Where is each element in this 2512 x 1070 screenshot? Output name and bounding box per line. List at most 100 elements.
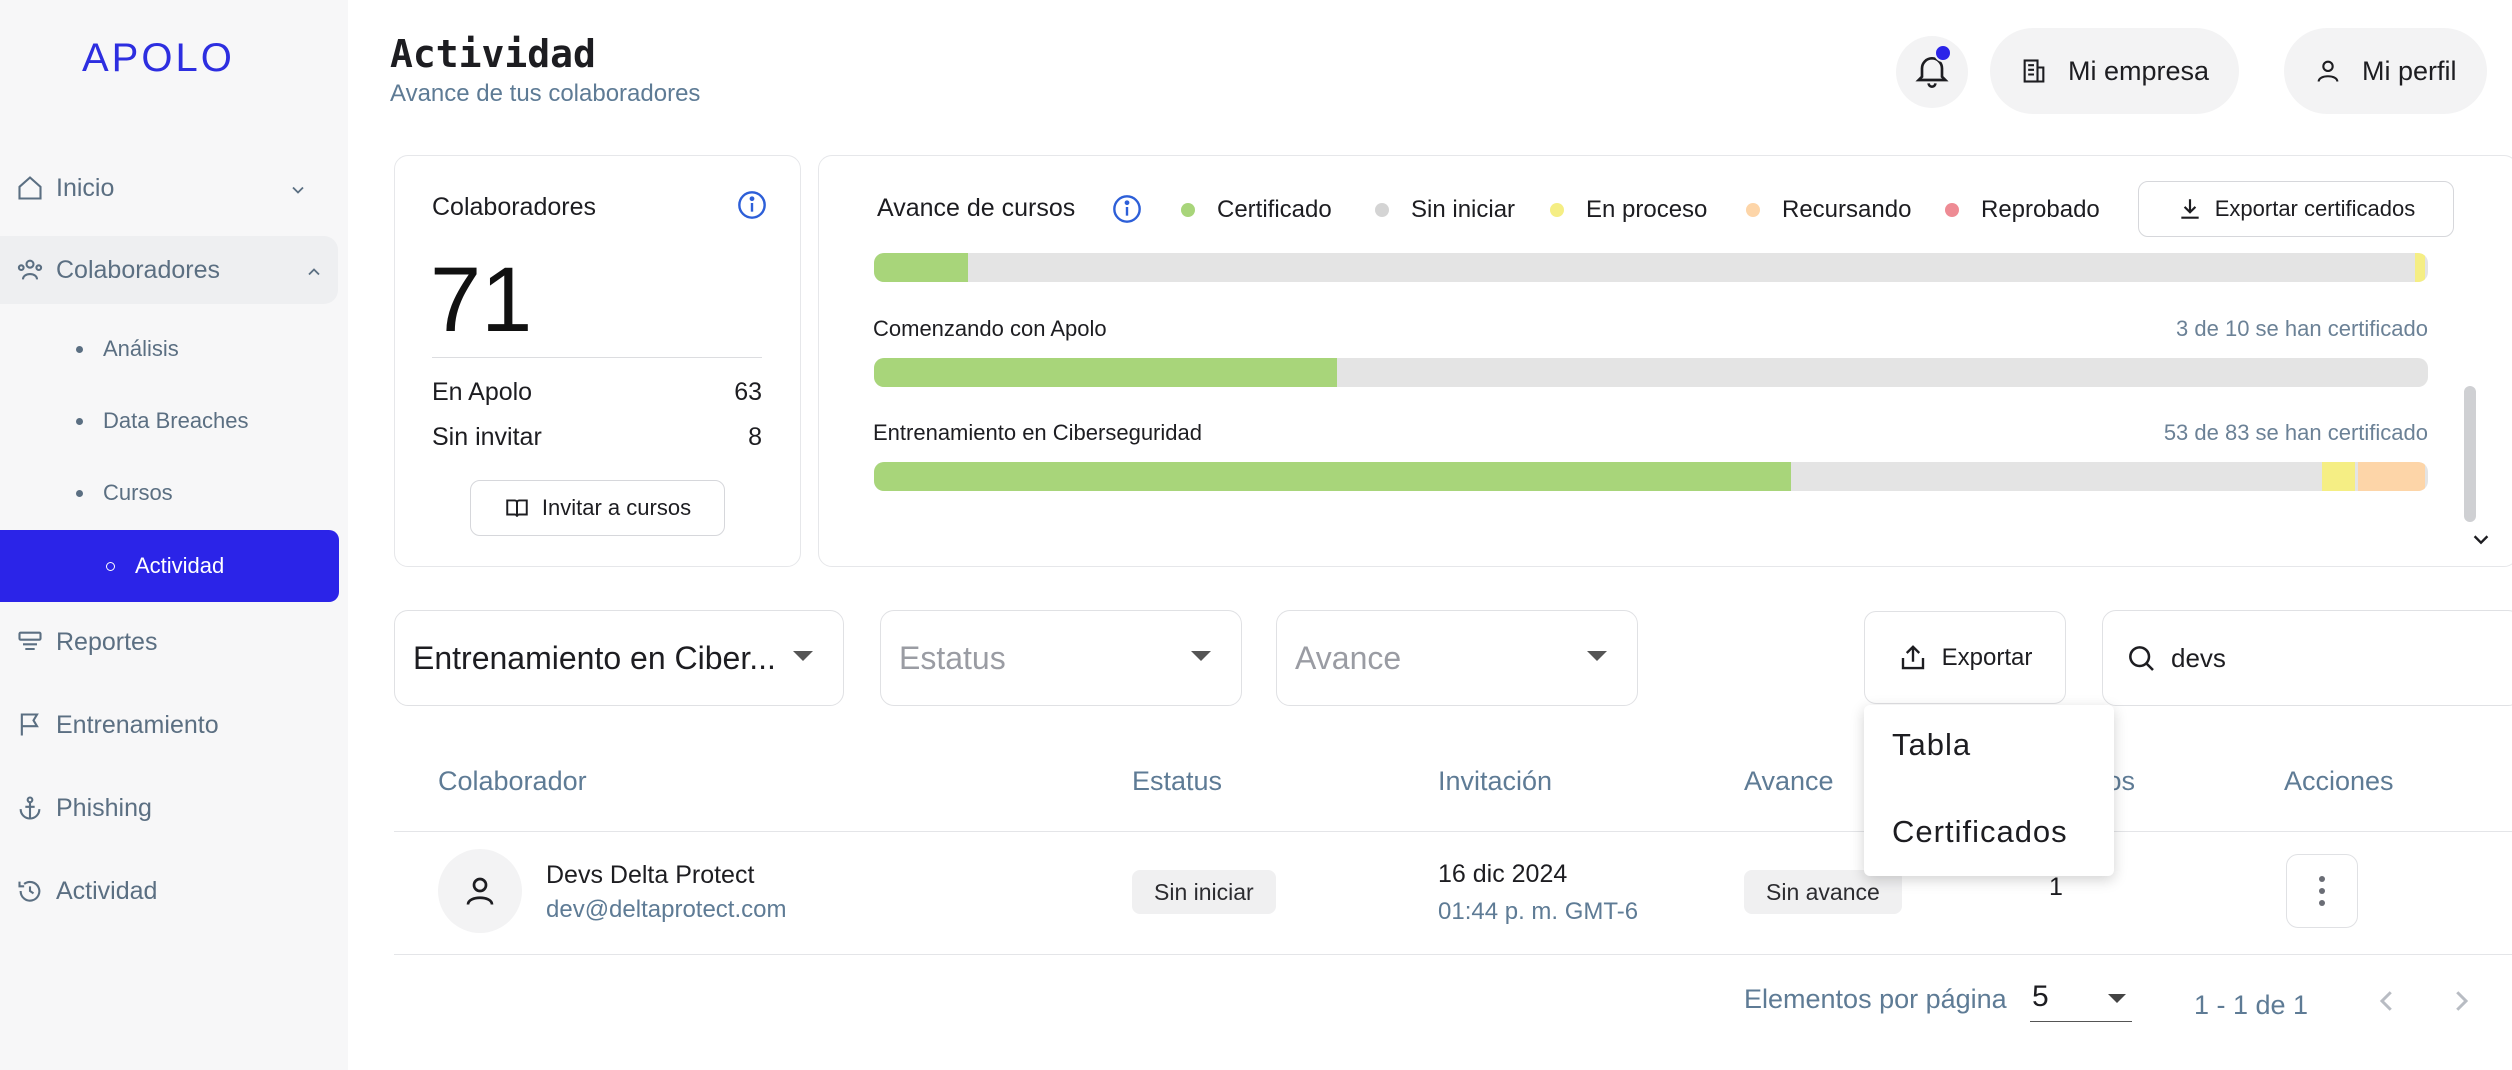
divider (394, 831, 2512, 832)
status-select-placeholder: Estatus (899, 639, 1006, 676)
export-certificates-button[interactable]: Exportar certificados (2138, 181, 2454, 237)
info-icon[interactable] (1111, 193, 1143, 230)
stat-label: Sin invitar (432, 423, 542, 451)
bullet-icon (106, 561, 115, 571)
per-page-select[interactable]: 5 (2030, 980, 2132, 1022)
sidebar-subitem-label: Cursos (103, 480, 173, 505)
sidebar-item-actividad[interactable]: Actividad (0, 857, 338, 925)
attempts-value: 1 (2049, 873, 2063, 901)
users-icon (16, 256, 44, 284)
sidebar-subitem-data-breaches[interactable]: Data Breaches (76, 408, 249, 434)
reports-icon (16, 628, 44, 656)
legend-swatch (1550, 203, 1564, 217)
legend-item: Certificado (1181, 196, 1332, 224)
user-icon (2314, 57, 2342, 85)
notification-badge (1934, 44, 1952, 62)
scroll-down-icon[interactable] (2470, 528, 2492, 555)
legend-swatch (1181, 203, 1195, 217)
progress-select[interactable]: Avance (1276, 610, 1638, 706)
chevron-down-icon (288, 178, 308, 207)
course-stat: 3 de 10 se han certificado (2176, 316, 2428, 341)
status-select[interactable]: Estatus (880, 610, 1242, 706)
collaborators-total: 71 (430, 249, 533, 351)
invite-courses-button[interactable]: Invitar a cursos (470, 480, 725, 536)
caret-down-icon (1191, 651, 1211, 661)
stat-value: 63 (734, 378, 762, 406)
sidebar-item-label: Entrenamiento (56, 710, 219, 739)
courses-progress-title: Avance de cursos (877, 194, 1076, 222)
sidebar-item-colaboradores[interactable]: Colaboradores (0, 236, 338, 304)
my-profile-button[interactable]: Mi perfil (2284, 28, 2487, 114)
share-icon (1898, 643, 1928, 673)
sidebar-item-entrenamiento[interactable]: Entrenamiento (0, 691, 338, 759)
page-title: Actividad (390, 32, 596, 76)
menu-item-tabla[interactable]: Tabla (1892, 727, 1971, 763)
legend-label: En proceso (1586, 196, 1708, 223)
sidebar-subitem-actividad[interactable]: Actividad (0, 530, 339, 602)
prev-page-icon[interactable] (2372, 986, 2402, 1021)
info-icon[interactable] (736, 189, 768, 226)
per-page-label: Elementos por página (1744, 984, 2007, 1014)
notifications-button[interactable] (1896, 36, 1968, 108)
sidebar-subitem-label: Actividad (135, 553, 225, 578)
page-range: 1 - 1 de 1 (2194, 990, 2309, 1020)
column-header: Acciones (2284, 766, 2394, 796)
course-stat: 53 de 83 se han certificado (2163, 420, 2428, 445)
column-header: Invitación (1438, 766, 1553, 796)
sidebar-subitem-cursos[interactable]: Cursos (76, 480, 173, 506)
anchor-icon (16, 794, 44, 822)
sidebar-subitem-analisis[interactable]: Análisis (76, 336, 179, 362)
collaborator-email: dev@deltaprotect.com (546, 896, 787, 923)
kebab-dot (2319, 900, 2325, 906)
retaking-segment (2357, 462, 2425, 491)
export-menu: Tabla Certificados (1864, 705, 2114, 876)
my-company-label: Mi empresa (2068, 55, 2210, 86)
legend-item: Sin iniciar (1375, 196, 1515, 224)
invite-courses-label: Invitar a cursos (541, 495, 692, 520)
column-header: Colaborador (438, 766, 587, 796)
divider (394, 954, 2512, 955)
progress-bar (874, 358, 2428, 387)
row-actions-button[interactable] (2286, 854, 2358, 928)
legend-swatch (1945, 203, 1959, 217)
legend-label: Certificado (1217, 196, 1332, 223)
certified-segment (874, 462, 1791, 491)
in-process-segment (2321, 462, 2355, 491)
sidebar-item-phishing[interactable]: Phishing (0, 774, 338, 842)
search-input[interactable]: devs (2102, 610, 2512, 706)
legend-swatch (1375, 203, 1389, 217)
stat-label: En Apolo (432, 378, 533, 406)
sidebar-item-label: Reportes (56, 627, 158, 656)
download-icon (2177, 196, 2203, 222)
course-select-value: Entrenamiento en Ciber... (413, 639, 776, 676)
export-label: Exportar (1941, 643, 2033, 671)
export-button[interactable]: Exportar (1864, 611, 2066, 704)
invite-time: 01:44 p. m. GMT-6 (1438, 898, 1639, 925)
progress-bar (874, 462, 2428, 491)
next-page-icon[interactable] (2446, 986, 2476, 1021)
scrollbar[interactable] (2464, 386, 2476, 522)
collaborators-title: Colaboradores (432, 193, 596, 221)
bullet-icon (76, 345, 83, 353)
stat-row: Sin invitar 8 (432, 423, 762, 452)
caret-down-icon (1587, 651, 1607, 661)
sidebar-item-label: Phishing (56, 793, 152, 822)
sidebar-item-reportes[interactable]: Reportes (0, 608, 338, 676)
my-company-button[interactable]: Mi empresa (1990, 28, 2240, 114)
legend-label: Reprobado (1981, 196, 2100, 223)
sidebar-item-inicio[interactable]: Inicio (0, 154, 338, 222)
collaborator-name: Devs Delta Protect (546, 861, 755, 889)
caret-down-icon (793, 651, 813, 661)
building-icon (2020, 57, 2048, 85)
divider (432, 357, 762, 358)
book-icon (504, 495, 530, 521)
progress-select-placeholder: Avance (1295, 639, 1402, 676)
sidebar-item-label: Inicio (56, 173, 115, 202)
menu-item-certificados[interactable]: Certificados (1892, 814, 2068, 850)
bullet-icon (76, 417, 83, 425)
legend-item: Reprobado (1945, 196, 2100, 224)
legend-label: Recursando (1782, 196, 1912, 223)
user-icon (466, 877, 494, 905)
course-select[interactable]: Entrenamiento en Ciber... (394, 610, 844, 706)
app-logo[interactable]: APOLO (82, 36, 235, 81)
